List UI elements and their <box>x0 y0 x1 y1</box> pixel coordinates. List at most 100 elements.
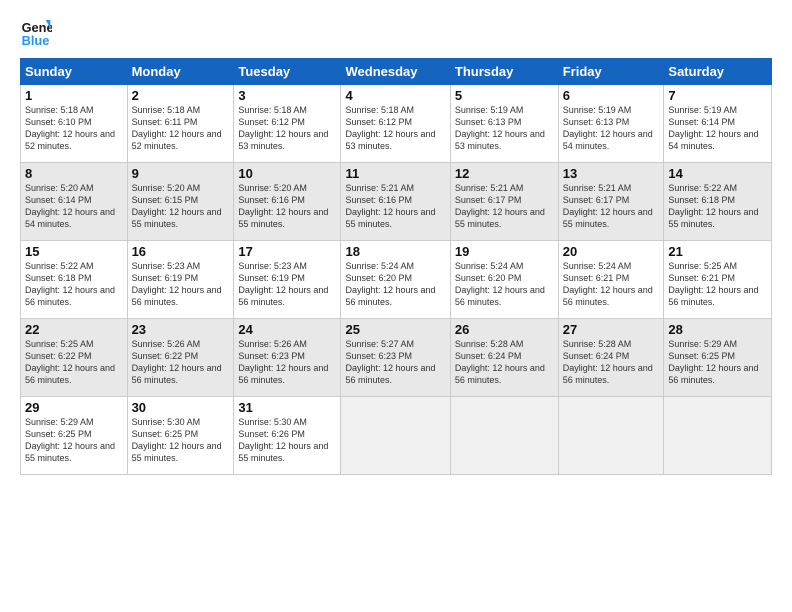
day-info: Sunrise: 5:28 AMSunset: 6:24 PMDaylight:… <box>563 338 660 387</box>
svg-text:Blue: Blue <box>22 33 50 48</box>
day-info: Sunrise: 5:26 AMSunset: 6:22 PMDaylight:… <box>132 338 230 387</box>
calendar-cell: 31Sunrise: 5:30 AMSunset: 6:26 PMDayligh… <box>234 397 341 475</box>
day-number: 20 <box>563 244 660 259</box>
day-number: 15 <box>25 244 123 259</box>
calendar-cell: 10Sunrise: 5:20 AMSunset: 6:16 PMDayligh… <box>234 163 341 241</box>
calendar-cell: 8Sunrise: 5:20 AMSunset: 6:14 PMDaylight… <box>21 163 128 241</box>
calendar-header-row: SundayMondayTuesdayWednesdayThursdayFrid… <box>21 59 772 85</box>
calendar-cell: 29Sunrise: 5:29 AMSunset: 6:25 PMDayligh… <box>21 397 128 475</box>
day-number: 8 <box>25 166 123 181</box>
day-number: 9 <box>132 166 230 181</box>
day-info: Sunrise: 5:20 AMSunset: 6:14 PMDaylight:… <box>25 182 123 231</box>
calendar-cell: 16Sunrise: 5:23 AMSunset: 6:19 PMDayligh… <box>127 241 234 319</box>
day-number: 24 <box>238 322 336 337</box>
day-info: Sunrise: 5:21 AMSunset: 6:17 PMDaylight:… <box>563 182 660 231</box>
day-number: 28 <box>668 322 767 337</box>
calendar-cell: 21Sunrise: 5:25 AMSunset: 6:21 PMDayligh… <box>664 241 772 319</box>
calendar-cell: 6Sunrise: 5:19 AMSunset: 6:13 PMDaylight… <box>558 85 664 163</box>
calendar-cell: 14Sunrise: 5:22 AMSunset: 6:18 PMDayligh… <box>664 163 772 241</box>
header: General Blue <box>20 16 772 48</box>
calendar-cell <box>558 397 664 475</box>
calendar-cell: 4Sunrise: 5:18 AMSunset: 6:12 PMDaylight… <box>341 85 450 163</box>
calendar-week-row: 29Sunrise: 5:29 AMSunset: 6:25 PMDayligh… <box>21 397 772 475</box>
calendar-cell: 28Sunrise: 5:29 AMSunset: 6:25 PMDayligh… <box>664 319 772 397</box>
calendar-week-row: 15Sunrise: 5:22 AMSunset: 6:18 PMDayligh… <box>21 241 772 319</box>
day-number: 10 <box>238 166 336 181</box>
day-number: 21 <box>668 244 767 259</box>
day-info: Sunrise: 5:28 AMSunset: 6:24 PMDaylight:… <box>455 338 554 387</box>
day-number: 6 <box>563 88 660 103</box>
calendar-cell: 27Sunrise: 5:28 AMSunset: 6:24 PMDayligh… <box>558 319 664 397</box>
day-number: 27 <box>563 322 660 337</box>
calendar-cell: 26Sunrise: 5:28 AMSunset: 6:24 PMDayligh… <box>450 319 558 397</box>
calendar-cell: 25Sunrise: 5:27 AMSunset: 6:23 PMDayligh… <box>341 319 450 397</box>
calendar-cell: 18Sunrise: 5:24 AMSunset: 6:20 PMDayligh… <box>341 241 450 319</box>
calendar-cell: 1Sunrise: 5:18 AMSunset: 6:10 PMDaylight… <box>21 85 128 163</box>
day-info: Sunrise: 5:27 AMSunset: 6:23 PMDaylight:… <box>345 338 445 387</box>
calendar-cell: 19Sunrise: 5:24 AMSunset: 6:20 PMDayligh… <box>450 241 558 319</box>
day-number: 19 <box>455 244 554 259</box>
logo-icon: General Blue <box>20 16 52 48</box>
weekday-header-tuesday: Tuesday <box>234 59 341 85</box>
day-number: 22 <box>25 322 123 337</box>
day-info: Sunrise: 5:18 AMSunset: 6:11 PMDaylight:… <box>132 104 230 153</box>
calendar-cell: 30Sunrise: 5:30 AMSunset: 6:25 PMDayligh… <box>127 397 234 475</box>
day-info: Sunrise: 5:30 AMSunset: 6:25 PMDaylight:… <box>132 416 230 465</box>
calendar-body: 1Sunrise: 5:18 AMSunset: 6:10 PMDaylight… <box>21 85 772 475</box>
day-info: Sunrise: 5:29 AMSunset: 6:25 PMDaylight:… <box>668 338 767 387</box>
day-number: 17 <box>238 244 336 259</box>
day-number: 16 <box>132 244 230 259</box>
calendar-week-row: 1Sunrise: 5:18 AMSunset: 6:10 PMDaylight… <box>21 85 772 163</box>
weekday-header-friday: Friday <box>558 59 664 85</box>
weekday-header-thursday: Thursday <box>450 59 558 85</box>
day-info: Sunrise: 5:25 AMSunset: 6:22 PMDaylight:… <box>25 338 123 387</box>
day-info: Sunrise: 5:22 AMSunset: 6:18 PMDaylight:… <box>25 260 123 309</box>
calendar-cell: 12Sunrise: 5:21 AMSunset: 6:17 PMDayligh… <box>450 163 558 241</box>
calendar-cell: 2Sunrise: 5:18 AMSunset: 6:11 PMDaylight… <box>127 85 234 163</box>
day-number: 12 <box>455 166 554 181</box>
calendar: SundayMondayTuesdayWednesdayThursdayFrid… <box>20 58 772 475</box>
day-number: 3 <box>238 88 336 103</box>
weekday-header-sunday: Sunday <box>21 59 128 85</box>
calendar-cell: 7Sunrise: 5:19 AMSunset: 6:14 PMDaylight… <box>664 85 772 163</box>
calendar-cell <box>341 397 450 475</box>
calendar-week-row: 8Sunrise: 5:20 AMSunset: 6:14 PMDaylight… <box>21 163 772 241</box>
day-info: Sunrise: 5:24 AMSunset: 6:21 PMDaylight:… <box>563 260 660 309</box>
calendar-cell: 11Sunrise: 5:21 AMSunset: 6:16 PMDayligh… <box>341 163 450 241</box>
day-info: Sunrise: 5:21 AMSunset: 6:17 PMDaylight:… <box>455 182 554 231</box>
calendar-cell: 5Sunrise: 5:19 AMSunset: 6:13 PMDaylight… <box>450 85 558 163</box>
day-info: Sunrise: 5:30 AMSunset: 6:26 PMDaylight:… <box>238 416 336 465</box>
day-info: Sunrise: 5:19 AMSunset: 6:13 PMDaylight:… <box>455 104 554 153</box>
day-info: Sunrise: 5:26 AMSunset: 6:23 PMDaylight:… <box>238 338 336 387</box>
calendar-cell: 9Sunrise: 5:20 AMSunset: 6:15 PMDaylight… <box>127 163 234 241</box>
calendar-cell: 24Sunrise: 5:26 AMSunset: 6:23 PMDayligh… <box>234 319 341 397</box>
day-info: Sunrise: 5:18 AMSunset: 6:12 PMDaylight:… <box>238 104 336 153</box>
calendar-cell: 22Sunrise: 5:25 AMSunset: 6:22 PMDayligh… <box>21 319 128 397</box>
calendar-cell: 3Sunrise: 5:18 AMSunset: 6:12 PMDaylight… <box>234 85 341 163</box>
day-info: Sunrise: 5:25 AMSunset: 6:21 PMDaylight:… <box>668 260 767 309</box>
calendar-cell: 17Sunrise: 5:23 AMSunset: 6:19 PMDayligh… <box>234 241 341 319</box>
day-info: Sunrise: 5:29 AMSunset: 6:25 PMDaylight:… <box>25 416 123 465</box>
calendar-cell: 20Sunrise: 5:24 AMSunset: 6:21 PMDayligh… <box>558 241 664 319</box>
day-number: 25 <box>345 322 445 337</box>
logo: General Blue <box>20 16 56 48</box>
day-number: 7 <box>668 88 767 103</box>
day-info: Sunrise: 5:24 AMSunset: 6:20 PMDaylight:… <box>455 260 554 309</box>
day-info: Sunrise: 5:22 AMSunset: 6:18 PMDaylight:… <box>668 182 767 231</box>
day-info: Sunrise: 5:23 AMSunset: 6:19 PMDaylight:… <box>238 260 336 309</box>
day-info: Sunrise: 5:20 AMSunset: 6:15 PMDaylight:… <box>132 182 230 231</box>
day-number: 18 <box>345 244 445 259</box>
day-info: Sunrise: 5:23 AMSunset: 6:19 PMDaylight:… <box>132 260 230 309</box>
page: General Blue SundayMondayTuesdayWednesda… <box>0 0 792 612</box>
day-info: Sunrise: 5:18 AMSunset: 6:12 PMDaylight:… <box>345 104 445 153</box>
weekday-header-monday: Monday <box>127 59 234 85</box>
day-info: Sunrise: 5:19 AMSunset: 6:13 PMDaylight:… <box>563 104 660 153</box>
calendar-cell: 13Sunrise: 5:21 AMSunset: 6:17 PMDayligh… <box>558 163 664 241</box>
day-info: Sunrise: 5:19 AMSunset: 6:14 PMDaylight:… <box>668 104 767 153</box>
day-number: 23 <box>132 322 230 337</box>
day-number: 30 <box>132 400 230 415</box>
day-info: Sunrise: 5:18 AMSunset: 6:10 PMDaylight:… <box>25 104 123 153</box>
day-number: 13 <box>563 166 660 181</box>
day-info: Sunrise: 5:21 AMSunset: 6:16 PMDaylight:… <box>345 182 445 231</box>
day-number: 5 <box>455 88 554 103</box>
